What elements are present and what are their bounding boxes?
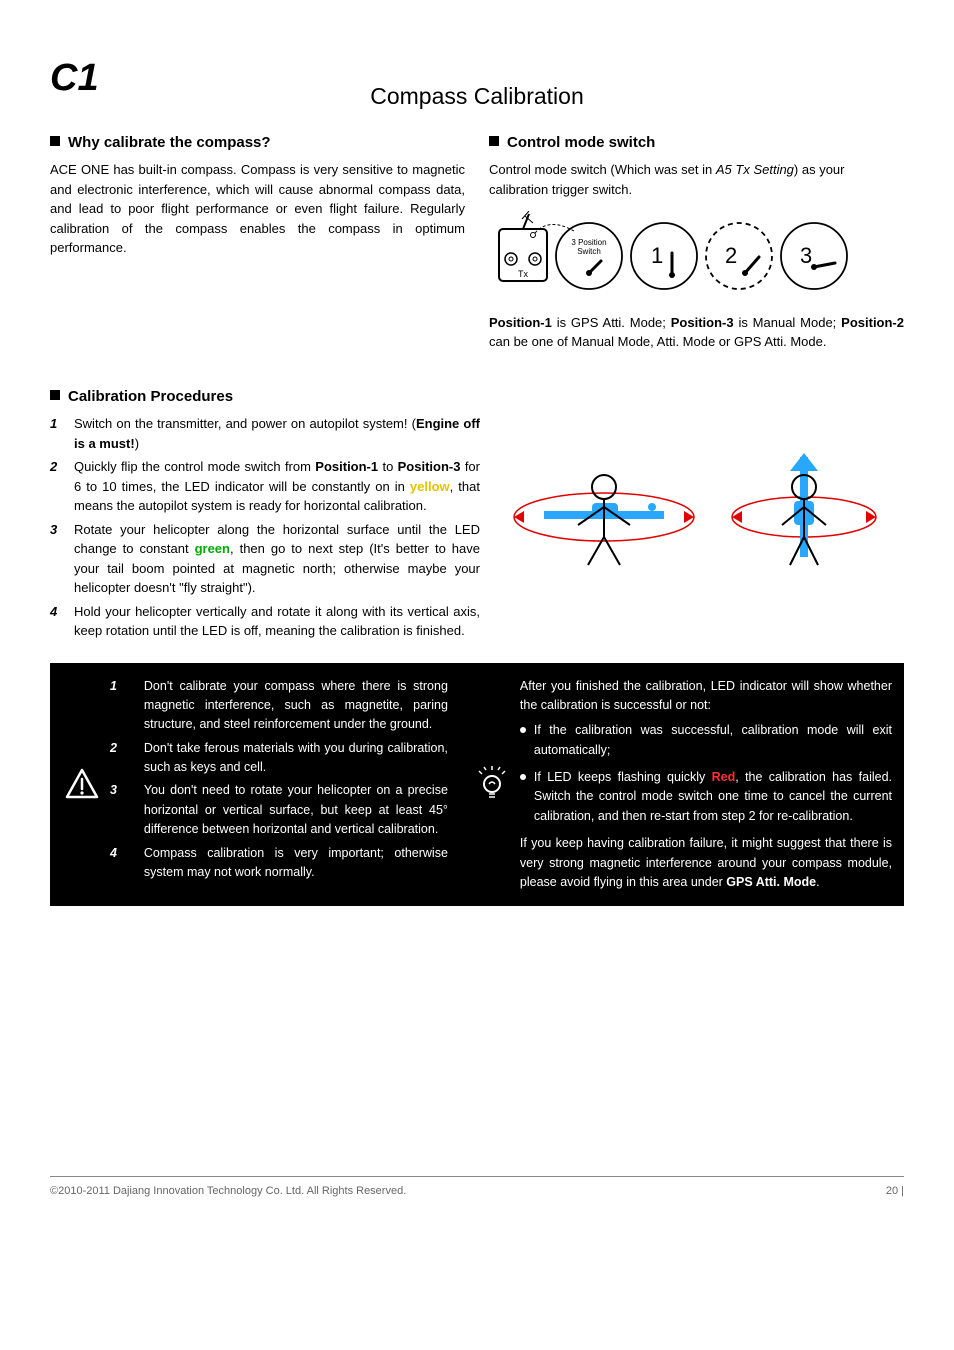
page-number: 20 | bbox=[886, 1183, 904, 1200]
tip-box: After you finished the calibration, LED … bbox=[460, 663, 904, 907]
warning-icon bbox=[64, 677, 100, 893]
bullet-square bbox=[50, 136, 60, 146]
why-body: ACE ONE has built-in compass. Compass is… bbox=[50, 160, 465, 258]
bullet-square bbox=[489, 136, 499, 146]
tx-label: Tx bbox=[518, 269, 528, 279]
bullet-square bbox=[50, 390, 60, 400]
heading-switch: Control mode switch bbox=[507, 132, 655, 155]
heading-procedures: Calibration Procedures bbox=[68, 386, 233, 409]
tip-lead: After you finished the calibration, LED … bbox=[520, 677, 892, 716]
rotation-illustration bbox=[504, 386, 904, 645]
copyright: ©2010-2011 Dajiang Innovation Technology… bbox=[50, 1183, 406, 1200]
pos1-num: 1 bbox=[651, 243, 663, 268]
pos3-num: 3 bbox=[800, 243, 812, 268]
pos2-num: 2 bbox=[725, 243, 737, 268]
procedure-step: 1 Switch on the transmitter, and power o… bbox=[50, 414, 480, 453]
switch-diagram: Tx 3 Position Switch 1 2 bbox=[489, 211, 904, 307]
lightbulb-icon bbox=[474, 677, 510, 893]
procedure-step: 3 Rotate your helicopter along the horiz… bbox=[50, 520, 480, 598]
procedure-step: 2 Quickly flip the control mode switch f… bbox=[50, 457, 480, 516]
switch-p2: Position-1 is GPS Atti. Mode; Position-3… bbox=[489, 313, 904, 352]
sw-label-line1: 3 Position bbox=[571, 238, 606, 247]
sw-label-line2: Switch bbox=[577, 247, 601, 256]
switch-p1: Control mode switch (Which was set in A5… bbox=[489, 160, 904, 199]
page-footer: ©2010-2011 Dajiang Innovation Technology… bbox=[50, 1176, 904, 1200]
procedure-step: 4 Hold your helicopter vertically and ro… bbox=[50, 602, 480, 641]
warning-box: 1 Don't calibrate your compass where the… bbox=[50, 663, 460, 907]
page-title: Compass Calibration bbox=[50, 79, 904, 114]
heading-why: Why calibrate the compass? bbox=[68, 132, 271, 155]
